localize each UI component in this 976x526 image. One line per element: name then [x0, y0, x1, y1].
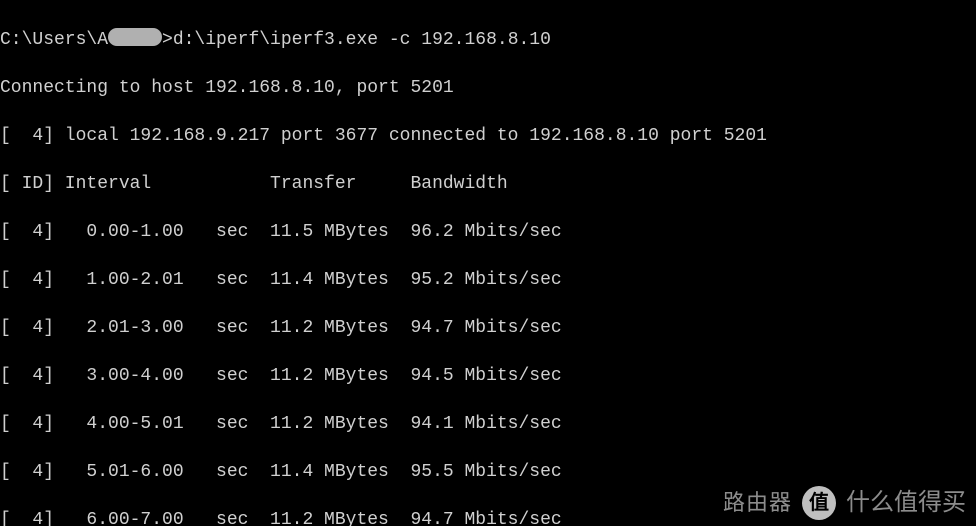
watermark: 路由器 值 什么值得买 [723, 486, 966, 520]
redacted-username [108, 28, 162, 46]
local-line: [ 4] local 192.168.9.217 port 3677 conne… [0, 124, 976, 148]
header-line: [ ID] Interval Transfer Bandwidth [0, 172, 976, 196]
prompt-prefix: C:\Users\A [0, 30, 108, 50]
data-row: [ 4] 3.00-4.00 sec 11.2 MBytes 94.5 Mbit… [0, 364, 976, 388]
data-row: [ 4] 4.00-5.01 sec 11.2 MBytes 94.1 Mbit… [0, 412, 976, 436]
data-row: [ 4] 5.01-6.00 sec 11.4 MBytes 95.5 Mbit… [0, 460, 976, 484]
data-row: [ 4] 2.01-3.00 sec 11.2 MBytes 94.7 Mbit… [0, 316, 976, 340]
command-line: C:\Users\A >d:\iperf\iperf3.exe -c 192.16… [0, 28, 976, 52]
watermark-circle-icon: 值 [802, 486, 836, 520]
data-row: [ 4] 0.00-1.00 sec 11.5 MBytes 96.2 Mbit… [0, 220, 976, 244]
watermark-small-text: 路由器 [723, 491, 792, 515]
data-row: [ 4] 1.00-2.01 sec 11.4 MBytes 95.2 Mbit… [0, 268, 976, 292]
connecting-line: Connecting to host 192.168.8.10, port 52… [0, 76, 976, 100]
watermark-main-text: 什么值得买 [846, 491, 966, 515]
terminal-output[interactable]: C:\Users\A >d:\iperf\iperf3.exe -c 192.16… [0, 0, 976, 526]
command-text: >d:\iperf\iperf3.exe -c 192.168.8.10 [162, 30, 551, 50]
